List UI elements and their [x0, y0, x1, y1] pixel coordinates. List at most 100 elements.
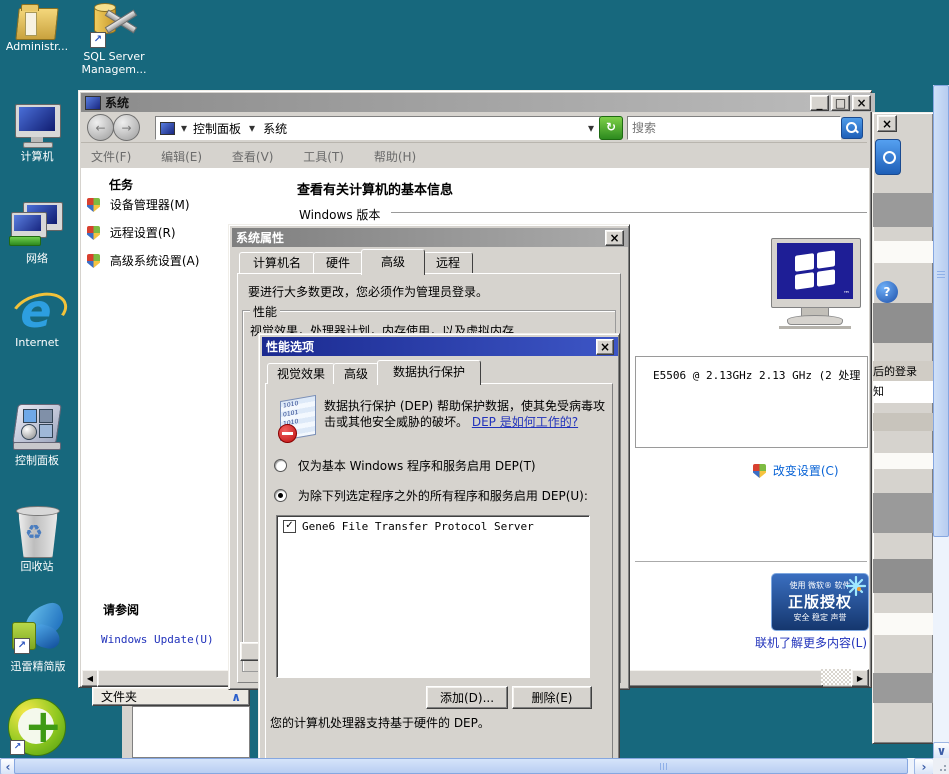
checkbox-checked-icon[interactable]: ✓: [283, 520, 296, 533]
desktop-icon-administrator[interactable]: Administr...: [0, 4, 74, 53]
computer-icon: [11, 104, 63, 148]
minimize-button[interactable]: _: [810, 94, 829, 111]
list-item[interactable]: ✓ Gene6 File Transfer Protocol Server: [277, 516, 589, 533]
desktop-icon-360[interactable]: + ↗: [2, 698, 72, 756]
dep-help-link[interactable]: DEP 是如何工作的?: [472, 415, 578, 429]
tab-hardware[interactable]: 硬件: [313, 252, 363, 273]
chevron-up-icon[interactable]: ∧: [231, 690, 241, 704]
change-settings[interactable]: 改变设置(C): [753, 462, 839, 481]
task-item-remote-settings[interactable]: 远程设置(R): [87, 224, 176, 243]
desktop-icon-recycle-bin[interactable]: ♻ 回收站: [0, 504, 74, 574]
desktop-icon-label: 计算机: [20, 150, 54, 163]
system-properties-titlebar[interactable]: 系统属性 ×: [232, 228, 628, 247]
add-button-label: 添加(D)...: [439, 691, 495, 705]
task-item-advanced-settings[interactable]: 高级系统设置(A): [87, 252, 199, 271]
internet-explorer-icon: e: [5, 285, 73, 339]
back-icon: ←: [95, 120, 106, 135]
task-item-device-manager[interactable]: 设备管理器(M): [87, 196, 190, 215]
change-settings-link[interactable]: 改变设置(C): [773, 464, 839, 478]
radio-label: 仅为基本 Windows 程序和服务启用 DEP(T): [297, 459, 536, 473]
radio-dep-basic[interactable]: 仅为基本 Windows 程序和服务启用 DEP(T): [274, 457, 536, 474]
cpu-info: E5506 @ 2.13GHz 2.13 GHz (2 处理: [653, 369, 861, 382]
scroll-right-button[interactable]: ›: [914, 758, 934, 774]
forward-button[interactable]: →: [113, 114, 140, 141]
shortcut-arrow-icon: ↗: [10, 740, 25, 755]
close-button[interactable]: ×: [605, 229, 624, 246]
folders-bar-label: 文件夹: [101, 690, 138, 704]
v-scroll-thumb[interactable]: [933, 85, 949, 537]
window-title: 系统: [105, 96, 130, 110]
learn-more-link[interactable]: 联机了解更多内容(L): [755, 634, 867, 651]
resize-grip[interactable]: [933, 758, 949, 774]
menu-edit[interactable]: 编辑(E): [161, 148, 202, 165]
tab-remote[interactable]: 远程: [423, 252, 473, 273]
background-window-band: [873, 413, 933, 431]
refresh-button[interactable]: ↻: [599, 116, 623, 140]
dropdown-icon[interactable]: ▾: [181, 121, 187, 135]
uac-shield-icon: [87, 254, 100, 268]
search-button[interactable]: [841, 117, 863, 139]
search-go-icon[interactable]: [875, 139, 901, 175]
back-button[interactable]: ←: [87, 114, 114, 141]
tab-visual-effects[interactable]: 视觉效果: [267, 363, 335, 384]
uac-shield-icon: [87, 226, 100, 240]
history-dropdown-icon[interactable]: ▾: [588, 121, 594, 135]
genuine-badge[interactable]: 使用 微软® 软件 正版授权 安全 稳定 声誉: [771, 573, 869, 631]
breadcrumb-root[interactable]: 控制面板: [193, 120, 241, 137]
desktop-icon-control-panel[interactable]: 控制面板: [0, 402, 74, 468]
tab-dep[interactable]: 数据执行保护: [377, 360, 481, 385]
recycle-symbol-icon: ♻: [25, 520, 43, 544]
desktop-icon-label: 控制面板: [15, 454, 59, 467]
radio-icon: [274, 459, 287, 472]
desktop-icon-network[interactable]: 网络: [0, 202, 74, 266]
radio-label: 为除下列选定程序之外的所有程序和服务启用 DEP(U):: [297, 489, 588, 503]
windows-update-link[interactable]: Windows Update(U): [101, 633, 214, 646]
menu-help[interactable]: 帮助(H): [374, 148, 416, 165]
shortcut-arrow-icon: ↗: [14, 638, 30, 654]
scroll-track[interactable]: [821, 669, 851, 685]
help-icon[interactable]: ?: [876, 281, 898, 303]
maximize-button[interactable]: □: [831, 94, 850, 111]
system-window-titlebar[interactable]: 系统 _ □ ×: [81, 93, 875, 112]
background-window-band: [873, 673, 933, 703]
dropdown-icon[interactable]: ▾: [249, 121, 255, 135]
background-window: × ? 后的登录 知: [872, 112, 934, 744]
desktop-icon-computer[interactable]: 计算机: [0, 104, 74, 164]
desktop-icon-label: 网络: [26, 252, 48, 265]
close-button[interactable]: ×: [852, 94, 871, 111]
uac-shield-icon: [87, 198, 100, 212]
menu-file[interactable]: 文件(F): [91, 148, 131, 165]
add-button[interactable]: 添加(D)...: [426, 686, 508, 709]
scroll-down-icon: ∨: [936, 744, 947, 758]
recycle-bin-icon: ♻: [16, 504, 60, 558]
radio-dep-optout[interactable]: 为除下列选定程序之外的所有程序和服务启用 DEP(U):: [274, 487, 588, 504]
dep-icon: 101001011010010: [278, 394, 322, 444]
performance-options-titlebar[interactable]: 性能选项 ×: [262, 337, 618, 356]
menu-tools[interactable]: 工具(T): [303, 148, 344, 165]
desktop-icon-internet[interactable]: e Internet: [0, 285, 74, 349]
badge-line3: 安全 稳定 声誉: [793, 613, 847, 622]
session-v-scrollbar[interactable]: ∨: [933, 85, 949, 760]
scroll-right-button[interactable]: ▶: [851, 669, 869, 687]
tab-advanced[interactable]: 高级: [333, 363, 379, 384]
dep-program-list[interactable]: ✓ Gene6 File Transfer Protocol Server: [276, 515, 590, 678]
tab-computer-name[interactable]: 计算机名: [239, 252, 315, 273]
address-bar[interactable]: ▾ 控制面板 ▾ 系统 ▾: [155, 116, 601, 140]
session-h-scrollbar[interactable]: ‹ ›: [0, 758, 949, 774]
search-input[interactable]: [628, 121, 840, 135]
menu-view[interactable]: 查看(V): [232, 148, 274, 165]
tasks-header: 任务: [109, 178, 134, 192]
breadcrumb-current[interactable]: 系统: [263, 120, 287, 137]
uac-shield-icon: [753, 464, 766, 478]
trademark-label: ™: [843, 290, 850, 298]
close-icon[interactable]: ×: [877, 115, 897, 132]
desktop-icon-thunder[interactable]: ↗ 迅雷精简版: [0, 600, 76, 674]
remove-button[interactable]: 删除(E): [512, 686, 592, 709]
sparkle-star-icon: [846, 576, 866, 596]
folders-bar[interactable]: 文件夹 ∧: [92, 687, 250, 706]
h-scroll-thumb[interactable]: [14, 758, 908, 774]
close-button[interactable]: ×: [596, 338, 614, 355]
desktop-icon-sql-server[interactable]: ↗ SQL Server Managem...: [74, 2, 154, 76]
group-divider: [391, 212, 867, 216]
tab-advanced[interactable]: 高级: [361, 249, 425, 275]
